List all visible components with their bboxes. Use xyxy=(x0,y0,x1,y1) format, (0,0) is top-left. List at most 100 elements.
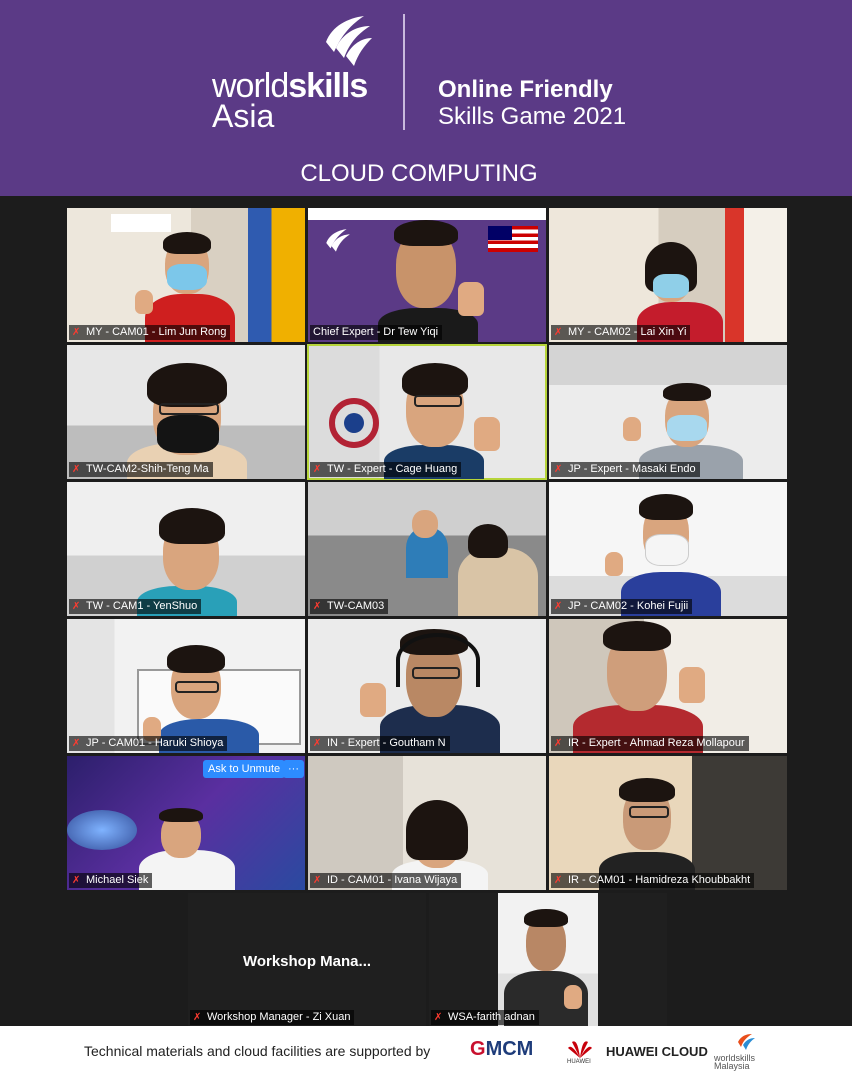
person-hair xyxy=(402,363,468,397)
mic-muted-icon: ✗ xyxy=(554,327,563,338)
eyeglasses xyxy=(629,806,669,818)
mic-muted-icon: ✗ xyxy=(72,875,81,886)
video-tile[interactable]: ✗ TW - CAM1 - YenShuo xyxy=(67,482,305,616)
eyeglasses xyxy=(414,395,462,407)
person-hair xyxy=(639,494,693,520)
mic-muted-icon: ✗ xyxy=(554,464,563,475)
video-tile[interactable]: ✗ MY - CAM01 - Lim Jun Rong xyxy=(67,208,305,342)
eyeglasses xyxy=(412,667,460,679)
worldskills-malaysia-wordmark: worldskills Malaysia xyxy=(714,1053,756,1071)
eyeglasses xyxy=(159,403,219,415)
person-hair xyxy=(159,808,203,822)
thumbs-up-hand xyxy=(679,667,705,703)
more-options-button[interactable]: ··· xyxy=(283,760,304,778)
participant-name-label: ✗ TW - CAM1 - YenShuo xyxy=(69,599,202,614)
malaysia-flag xyxy=(488,226,538,252)
participant-name-label: ✗ Michael Siek xyxy=(69,873,153,888)
participant-name-label: ✗ TW - Expert - Cage Huang xyxy=(310,462,462,477)
header-divider xyxy=(403,14,405,130)
wall-emblem-icon xyxy=(329,398,379,448)
video-tile[interactable]: ✗ ID - CAM01 - Ivana Wijaya xyxy=(308,756,546,890)
video-tile[interactable]: ✗ IR - Expert - Ahmad Reza Mollapour xyxy=(549,619,787,753)
person-hair xyxy=(619,778,675,802)
participant-name-label: ✗ IR - CAM01 - Hamidreza Khoubbakht xyxy=(551,873,755,888)
worldskills-logo-icon xyxy=(326,229,350,252)
eyeglasses xyxy=(175,681,219,693)
thumbs-up-hand xyxy=(135,290,153,314)
mic-muted-icon: ✗ xyxy=(313,738,322,749)
face-mask xyxy=(157,415,219,453)
video-tile[interactable]: ✗ WSA-farith adnan xyxy=(429,893,667,1027)
person-hair xyxy=(663,383,711,401)
person-hair xyxy=(468,524,508,558)
face-mask xyxy=(645,534,689,566)
mic-muted-icon: ✗ xyxy=(72,738,81,749)
mic-muted-icon: ✗ xyxy=(313,875,322,886)
thumbs-up-hand xyxy=(458,282,484,316)
worldskills-asia-wordmark: Asia xyxy=(212,98,275,134)
participant-name-label: Chief Expert - Dr Tew Yiqi xyxy=(310,325,443,340)
face-mask xyxy=(667,415,707,441)
video-tile[interactable]: ✗ IN - Expert - Goutham N xyxy=(308,619,546,753)
participant-name-label: ✗ TW-CAM2-Shih-Teng Ma xyxy=(69,462,213,477)
video-tile[interactable]: ✗ TW-CAM2-Shih-Teng Ma xyxy=(67,345,305,479)
sponsor-text: Technical materials and cloud facilities… xyxy=(84,1043,431,1059)
person-hair xyxy=(524,909,568,927)
participant-name-label: ✗ MY - CAM01 - Lim Jun Rong xyxy=(69,325,231,340)
participant-display-name: Workshop Mana... xyxy=(242,953,372,970)
participant-name-label: ✗ IN - Expert - Goutham N xyxy=(310,736,450,751)
participant-name-label: ✗ Workshop Manager - Zi Xuan xyxy=(190,1010,355,1025)
mic-muted-icon: ✗ xyxy=(72,464,81,475)
sponsor-footer: Technical materials and cloud facilities… xyxy=(0,1026,852,1075)
event-title-line2: Skills Game 2021 xyxy=(438,103,627,130)
thumbs-up-hand xyxy=(474,417,500,451)
banner-decoration xyxy=(111,214,171,232)
mic-muted-icon: ✗ xyxy=(72,601,81,612)
person-head xyxy=(412,510,438,538)
face-mask xyxy=(167,264,207,290)
ask-to-unmute-button[interactable]: Ask to Unmute xyxy=(203,760,286,778)
virtual-background-graphic xyxy=(67,810,137,850)
portrait-video-feed xyxy=(498,893,598,1027)
mic-muted-icon: ✗ xyxy=(193,1012,202,1023)
person-hair xyxy=(159,508,225,544)
video-tile[interactable]: ✗ JP - CAM01 - Haruki Shioya xyxy=(67,619,305,753)
event-title-line1: Online Friendly xyxy=(438,76,613,103)
mic-muted-icon: ✗ xyxy=(554,738,563,749)
huawei-cloud-wordmark: HUAWEI CLOUD xyxy=(606,1044,708,1059)
thumbs-up-hand xyxy=(564,985,582,1009)
mic-muted-icon: ✗ xyxy=(554,601,563,612)
face-mask xyxy=(653,274,689,298)
participant-name-label: ✗ WSA-farith adnan xyxy=(431,1010,539,1025)
mic-muted-icon: ✗ xyxy=(72,327,81,338)
huawei-wordmark: HUAWEI xyxy=(567,1059,591,1065)
thumbs-up-hand xyxy=(360,683,386,717)
mic-muted-icon: ✗ xyxy=(313,601,322,612)
participant-name-label: ✗ JP - CAM01 - Haruki Shioya xyxy=(69,736,228,751)
video-tile[interactable]: ✗ JP - CAM02 - Kohei Fujii xyxy=(549,482,787,616)
video-tile[interactable]: Ask to Unmute ··· ✗ Michael Siek xyxy=(67,756,305,890)
video-tile[interactable]: ✗ TW-CAM03 xyxy=(308,482,546,616)
video-tile[interactable]: ✗ IR - CAM01 - Hamidreza Khoubbakht xyxy=(549,756,787,890)
worldskills-logo-icon xyxy=(326,16,372,66)
skill-title: CLOUD COMPUTING xyxy=(300,160,538,187)
thumbs-up-hand xyxy=(605,552,623,576)
person-hair xyxy=(167,645,225,673)
video-tile[interactable]: Chief Expert - Dr Tew Yiqi xyxy=(308,208,546,342)
mic-muted-icon: ✗ xyxy=(313,464,322,475)
video-tile[interactable]: ✗ MY - CAM02 - Lai Xin Yi xyxy=(549,208,787,342)
participant-name-label: ✗ ID - CAM01 - Ivana Wijaya xyxy=(310,873,462,888)
participant-name-label: ✗ IR - Expert - Ahmad Reza Mollapour xyxy=(551,736,749,751)
huawei-logo-icon xyxy=(568,1041,592,1058)
virtual-background-topbar xyxy=(308,208,546,220)
participant-name-label: ✗ MY - CAM02 - Lai Xin Yi xyxy=(551,325,691,340)
thumbs-up-hand xyxy=(623,417,641,441)
participant-name-label: ✗ JP - CAM02 - Kohei Fujii xyxy=(551,599,693,614)
video-tile-camera-off[interactable]: Workshop Mana... ✗ Workshop Manager - Zi … xyxy=(188,893,426,1027)
person-hair xyxy=(147,363,227,407)
video-tile[interactable]: ✗ JP - Expert - Masaki Endo xyxy=(549,345,787,479)
person-torso xyxy=(458,548,538,616)
video-tile-active-speaker[interactable]: ✗ TW - Expert - Cage Huang xyxy=(307,344,547,480)
person-hair xyxy=(163,232,211,254)
worldskills-malaysia-logo-icon xyxy=(738,1034,755,1050)
